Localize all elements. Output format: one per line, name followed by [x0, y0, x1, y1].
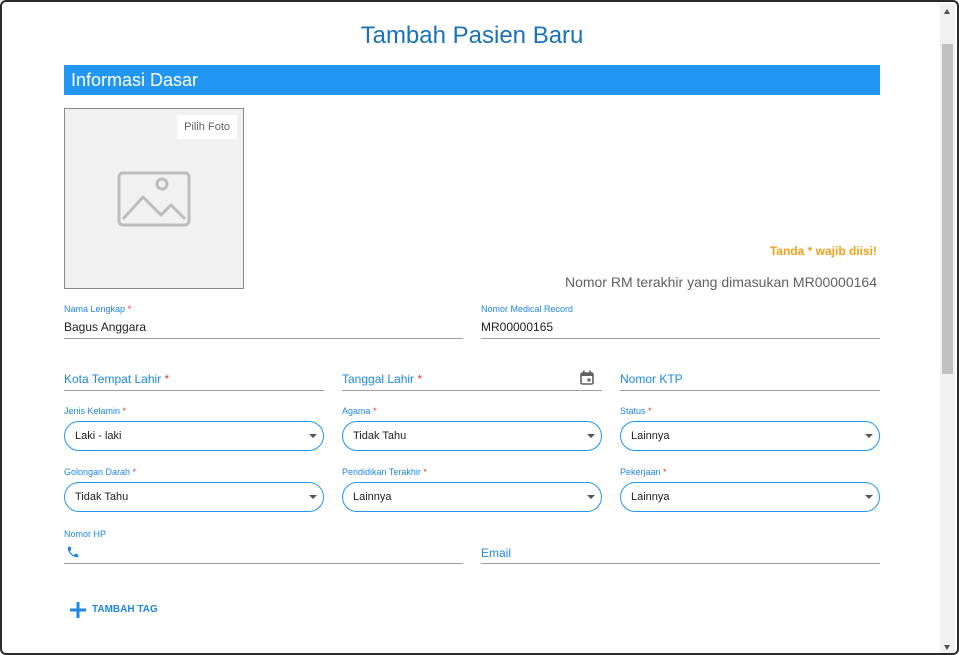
birth-date-field[interactable]: Tanggal Lahir *: [342, 368, 602, 391]
scroll-up-arrow-icon[interactable]: [944, 9, 950, 14]
section-header: Informasi Dasar: [64, 65, 880, 95]
birth-date-placeholder: Tanggal Lahir *: [342, 372, 423, 386]
phone-field[interactable]: Nomor HP: [64, 528, 463, 564]
email-placeholder: Email: [481, 546, 512, 560]
religion-label: Agama *: [342, 406, 377, 416]
medical-record-field[interactable]: Nomor Medical Record MR00000165: [481, 302, 880, 339]
phone-icon: [67, 546, 79, 558]
blood-type-label: Golongan Darah *: [64, 467, 137, 477]
occupation-value: Lainnya: [631, 491, 670, 503]
email-underline: [481, 563, 880, 564]
education-label: Pendidikan Terakhir *: [342, 467, 427, 477]
full-name-label: Nama Lengkap *: [64, 304, 132, 314]
ktp-underline: [620, 390, 880, 391]
phone-underline: [64, 563, 463, 564]
medical-record-label: Nomor Medical Record: [481, 304, 574, 314]
birth-city-underline: [64, 390, 324, 391]
education-value: Lainnya: [353, 491, 392, 503]
email-field[interactable]: Email: [481, 541, 880, 564]
plus-icon: [70, 602, 86, 618]
choose-photo-button[interactable]: Pilih Foto: [177, 115, 237, 139]
birth-city-placeholder: Kota Tempat Lahir *: [64, 372, 170, 386]
ktp-field[interactable]: Nomor KTP: [620, 368, 880, 391]
scroll-down-arrow-icon[interactable]: [944, 645, 950, 650]
full-name-field[interactable]: Nama Lengkap * Bagus Anggara: [64, 302, 463, 339]
phone-label: Nomor HP: [64, 529, 107, 539]
calendar-icon[interactable]: [580, 370, 594, 385]
religion-select[interactable]: Tidak Tahu: [342, 421, 602, 451]
chevron-down-icon: [309, 434, 317, 438]
photo-box: Pilih Foto: [64, 108, 244, 289]
image-icon: [117, 171, 191, 227]
add-tag-label: TAMBAH TAG: [92, 604, 158, 615]
scrollbar-thumb[interactable]: [942, 44, 953, 374]
occupation-label: Pekerjaan *: [620, 467, 667, 477]
chevron-down-icon: [309, 495, 317, 499]
birth-date-underline: [342, 390, 602, 391]
full-name-value: Bagus Anggara: [64, 320, 147, 334]
gender-select[interactable]: Laki - laki: [64, 421, 324, 451]
status-select[interactable]: Lainnya: [620, 421, 880, 451]
page-title: Tambah Pasien Baru: [360, 22, 584, 49]
section-header-label: Informasi Dasar: [71, 70, 199, 90]
required-note: Tanda * wajib diisi!: [769, 244, 877, 258]
gender-label: Jenis Kelamin *: [64, 406, 127, 416]
chevron-down-icon: [587, 495, 595, 499]
blood-type-value: Tidak Tahu: [75, 491, 129, 503]
medical-record-underline: [481, 338, 880, 339]
status-value: Lainnya: [631, 430, 670, 442]
occupation-select[interactable]: Lainnya: [620, 482, 880, 512]
ktp-placeholder: Nomor KTP: [620, 372, 683, 386]
full-name-underline: [64, 338, 463, 339]
medical-record-value: MR00000165: [481, 320, 554, 334]
birth-city-field[interactable]: Kota Tempat Lahir *: [64, 368, 324, 391]
blood-type-select[interactable]: Tidak Tahu: [64, 482, 324, 512]
vertical-scrollbar[interactable]: [940, 4, 955, 653]
status-label: Status *: [620, 406, 652, 416]
dialog-window: Tambah Pasien Baru Informasi Dasar Pilih…: [0, 0, 959, 655]
chevron-down-icon: [865, 495, 873, 499]
chevron-down-icon: [587, 434, 595, 438]
gender-value: Laki - laki: [75, 430, 122, 442]
education-select[interactable]: Lainnya: [342, 482, 602, 512]
chevron-down-icon: [865, 434, 873, 438]
last-rm-info: Nomor RM terakhir yang dimasukan MR00000…: [564, 274, 877, 290]
religion-value: Tidak Tahu: [353, 430, 407, 442]
